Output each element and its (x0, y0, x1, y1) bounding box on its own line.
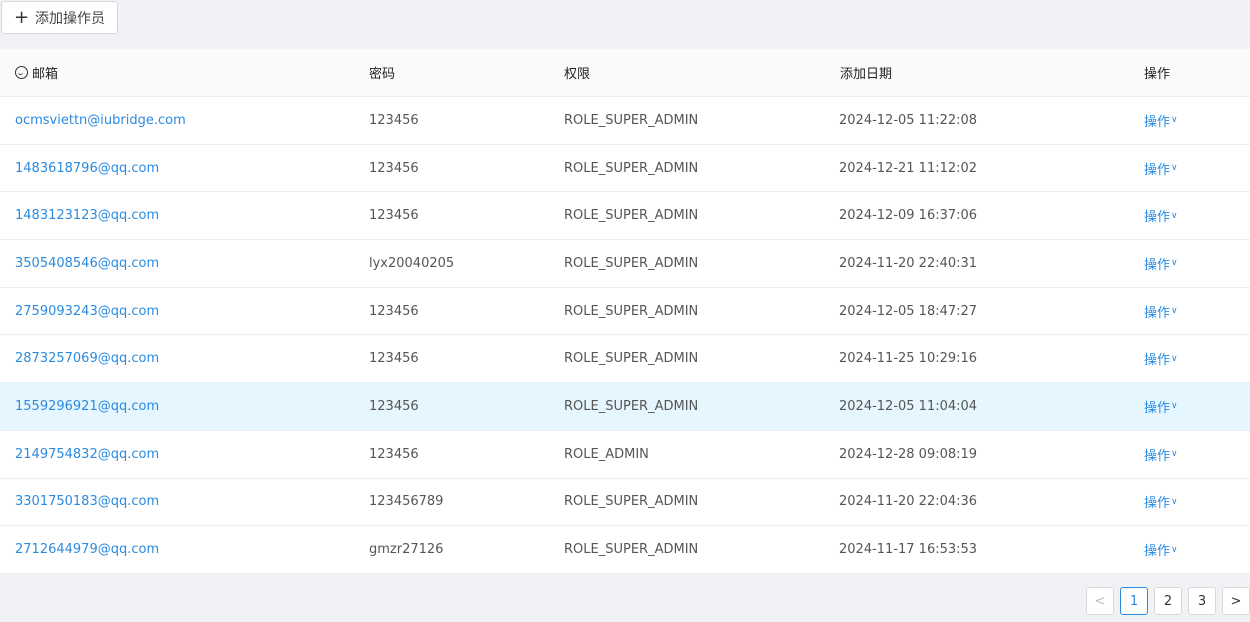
role-cell: ROLE_SUPER_ADMIN (564, 255, 699, 271)
table-row: 1483123123@qq.com 123456 ROLE_SUPER_ADMIN 2… (0, 192, 1250, 241)
add-operator-label: 添加操作员 (35, 10, 106, 27)
action-dropdown[interactable]: 操作 ∨ (1144, 492, 1178, 511)
action-label: 操作 (1144, 210, 1171, 226)
password-cell: 123456 (369, 398, 419, 414)
role-cell: ROLE_SUPER_ADMIN (564, 398, 699, 414)
page-button-1[interactable]: 1 (1120, 587, 1148, 615)
email-link[interactable]: ocmsviettn@iubridge.com (0, 113, 354, 128)
chevron-down-icon: ∨ (1171, 496, 1178, 507)
page-button-2[interactable]: 2 (1154, 587, 1182, 615)
pagination: < 1 2 3 > (1086, 587, 1250, 615)
password-cell: 123456 (369, 446, 419, 462)
date-cell: 2024-11-20 22:04:36 (839, 494, 978, 510)
table-row: 2759093243@qq.com 123456 ROLE_SUPER_ADMIN 2… (0, 288, 1250, 336)
action-label: 操作 (1144, 448, 1171, 464)
password-cell: 123456 (369, 112, 419, 128)
action-label: 操作 (1144, 162, 1171, 178)
prev-page-button[interactable]: < (1086, 587, 1114, 615)
role-cell: ROLE_SUPER_ADMIN (564, 112, 699, 128)
action-dropdown[interactable]: 操作 ∨ (1144, 349, 1178, 368)
table-row: 2712644979@qq.com gmzr27126 ROLE_SUPER_ADM… (0, 526, 1250, 574)
action-dropdown[interactable]: 操作 ∨ (1144, 111, 1178, 130)
action-label: 操作 (1144, 353, 1171, 369)
add-operator-button[interactable]: + 添加操作员 (1, 1, 118, 34)
operator-table: 邮箱 密码 权限 添加日期 操作 ocmsviettn@iubridge.com… (0, 49, 1250, 574)
role-cell: ROLE_ADMIN (564, 446, 649, 462)
password-cell: lyx20040205 (369, 255, 455, 271)
table-row: 2149754832@qq.com 123456 ROLE_ADMIN 2024-12… (0, 431, 1250, 479)
email-link[interactable]: 2873257069@qq.com (0, 351, 354, 366)
action-dropdown[interactable]: 操作 ∨ (1144, 397, 1178, 416)
role-cell: ROLE_SUPER_ADMIN (564, 303, 699, 319)
role-cell: ROLE_SUPER_ADMIN (564, 208, 699, 224)
password-cell: 123456 (369, 303, 419, 319)
header-date: 添加日期 (840, 67, 893, 82)
date-cell: 2024-12-21 11:12:02 (839, 160, 978, 176)
chevron-down-icon: ∨ (1171, 210, 1178, 221)
chevron-down-icon: ∨ (1171, 115, 1178, 126)
table-header: 邮箱 密码 权限 添加日期 操作 (0, 49, 1250, 97)
email-link[interactable]: 2712644979@qq.com (0, 542, 354, 557)
header-role: 权限 (564, 67, 591, 82)
date-cell: 2024-12-28 09:08:19 (839, 446, 978, 462)
page-button-3[interactable]: 3 (1188, 587, 1216, 615)
chevron-down-icon: ∨ (1171, 544, 1178, 555)
action-dropdown[interactable]: 操作 ∨ (1144, 445, 1178, 464)
email-link[interactable]: 1483618796@qq.com (0, 161, 354, 176)
password-cell: gmzr27126 (369, 542, 444, 558)
email-link[interactable]: 3301750183@qq.com (0, 494, 354, 509)
smile-icon (15, 66, 28, 79)
chevron-down-icon: ∨ (1171, 449, 1178, 460)
date-cell: 2024-11-25 10:29:16 (839, 351, 978, 367)
plus-icon: + (13, 6, 30, 28)
header-password: 密码 (369, 67, 396, 82)
action-label: 操作 (1144, 400, 1171, 416)
email-link[interactable]: 2149754832@qq.com (0, 447, 354, 462)
action-label: 操作 (1144, 257, 1171, 273)
next-page-button[interactable]: > (1222, 587, 1250, 615)
role-cell: ROLE_SUPER_ADMIN (564, 351, 699, 367)
action-label: 操作 (1144, 305, 1171, 321)
email-link[interactable]: 1483123123@qq.com (0, 208, 354, 223)
password-cell: 123456 (369, 208, 419, 224)
action-dropdown[interactable]: 操作 ∨ (1144, 540, 1178, 559)
action-dropdown[interactable]: 操作 ∨ (1144, 206, 1178, 225)
password-cell: 123456 (369, 160, 419, 176)
password-cell: 123456 (369, 351, 419, 367)
chevron-down-icon: ∨ (1171, 163, 1178, 174)
email-link[interactable]: 1559296921@qq.com (0, 399, 354, 414)
action-dropdown[interactable]: 操作 ∨ (1144, 254, 1178, 273)
role-cell: ROLE_SUPER_ADMIN (564, 160, 699, 176)
date-cell: 2024-12-05 11:04:04 (839, 398, 978, 414)
date-cell: 2024-11-17 16:53:53 (839, 542, 978, 558)
table-row: 3301750183@qq.com 123456789 ROLE_SUPER_ADM… (0, 479, 1250, 527)
chevron-down-icon: ∨ (1171, 353, 1178, 364)
date-cell: 2024-12-05 11:22:08 (839, 112, 978, 128)
action-dropdown[interactable]: 操作 ∨ (1144, 302, 1178, 321)
action-label: 操作 (1144, 114, 1171, 130)
password-cell: 123456789 (369, 494, 444, 510)
action-dropdown[interactable]: 操作 ∨ (1144, 159, 1178, 178)
action-label: 操作 (1144, 544, 1171, 560)
role-cell: ROLE_SUPER_ADMIN (564, 494, 699, 510)
table-row: 1483618796@qq.com 123456 ROLE_SUPER_ADMIN 2… (0, 145, 1250, 193)
chevron-down-icon: ∨ (1171, 401, 1178, 412)
email-link[interactable]: 2759093243@qq.com (0, 304, 354, 319)
email-link[interactable]: 3505408546@qq.com (0, 256, 354, 271)
header-email: 邮箱 (0, 63, 354, 82)
action-label: 操作 (1144, 496, 1171, 512)
role-cell: ROLE_SUPER_ADMIN (564, 542, 699, 558)
chevron-down-icon: ∨ (1171, 306, 1178, 317)
chevron-down-icon: ∨ (1171, 258, 1178, 269)
header-action: 操作 (1144, 67, 1171, 82)
table-row: ocmsviettn@iubridge.com 123456 ROLE_SUPER_… (0, 97, 1250, 145)
table-row: 3505408546@qq.com lyx20040205 ROLE_SUPER_A… (0, 240, 1250, 288)
date-cell: 2024-12-09 16:37:06 (839, 208, 978, 224)
table-row: 2873257069@qq.com 123456 ROLE_SUPER_ADMIN 2… (0, 335, 1250, 384)
table-row: 1559296921@qq.com 123456 ROLE_SUPER_ADMIN 2… (0, 383, 1250, 431)
date-cell: 2024-11-20 22:40:31 (839, 255, 978, 271)
date-cell: 2024-12-05 18:47:27 (839, 303, 978, 319)
